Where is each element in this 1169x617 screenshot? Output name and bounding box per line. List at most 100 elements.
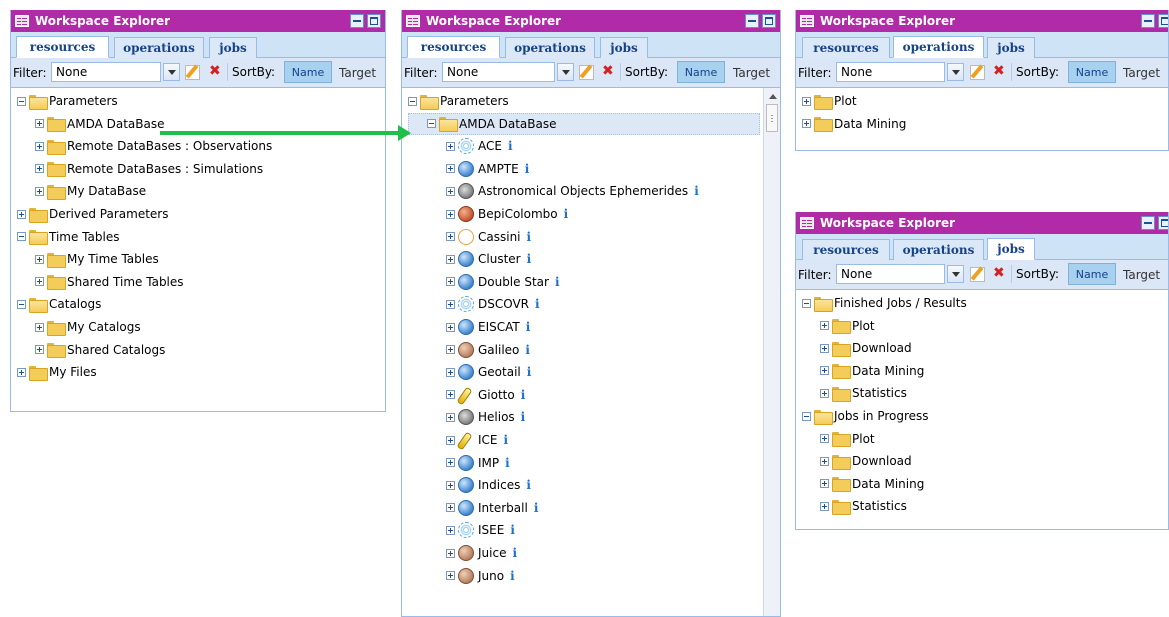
info-icon[interactable]: i: [526, 478, 531, 492]
expand-icon[interactable]: [446, 322, 455, 332]
info-icon[interactable]: i: [512, 546, 517, 560]
expand-icon[interactable]: [446, 209, 455, 219]
expand-icon[interactable]: [446, 367, 455, 377]
collapse-icon[interactable]: [802, 298, 811, 308]
window-titlebar[interactable]: Workspace Explorer: [11, 10, 385, 32]
mission-node[interactable]: Galileo i: [446, 339, 530, 361]
maximize-icon[interactable]: [367, 14, 381, 28]
tree-node[interactable]: Jobs in Progress: [802, 405, 929, 427]
expand-icon[interactable]: [446, 299, 455, 309]
mission-node[interactable]: Indices i: [446, 474, 531, 496]
mission-node[interactable]: Juice i: [446, 542, 517, 564]
mission-node[interactable]: Cluster i: [446, 248, 531, 270]
expand-icon[interactable]: [446, 254, 455, 264]
tree-node[interactable]: Finished Jobs / Results: [802, 292, 967, 314]
expand-icon[interactable]: [820, 479, 829, 489]
expand-icon[interactable]: [820, 501, 829, 511]
info-icon[interactable]: i: [504, 433, 509, 447]
info-icon[interactable]: i: [534, 501, 539, 515]
tree-node[interactable]: Statistics: [820, 382, 907, 404]
tree-node[interactable]: Shared Time Tables: [35, 271, 184, 293]
expand-icon[interactable]: [446, 435, 455, 445]
expand-icon[interactable]: [820, 388, 829, 398]
tree-node[interactable]: Remote DataBases : Simulations: [35, 158, 263, 180]
tab-resources[interactable]: resources: [407, 36, 500, 58]
mission-node[interactable]: EISCAT i: [446, 316, 530, 338]
tree-node[interactable]: AMDA DataBase: [408, 112, 760, 135]
sort-target-button[interactable]: Target: [1123, 66, 1160, 80]
tree-node[interactable]: My Files: [17, 361, 97, 383]
tab-resources[interactable]: resources: [802, 37, 890, 58]
expand-icon[interactable]: [35, 322, 44, 332]
mission-node[interactable]: Double Star i: [446, 271, 560, 293]
tree-node[interactable]: Download: [820, 450, 912, 472]
clear-filter-icon[interactable]: ✖: [993, 266, 1005, 280]
sort-target-button[interactable]: Target: [733, 66, 770, 80]
info-icon[interactable]: i: [525, 343, 530, 357]
tree-node[interactable]: Plot: [820, 315, 875, 337]
expand-icon[interactable]: [802, 119, 811, 129]
expand-icon[interactable]: [446, 164, 455, 174]
info-icon[interactable]: i: [527, 252, 532, 266]
collapse-icon[interactable]: [17, 96, 26, 106]
chevron-down-icon[interactable]: [947, 265, 964, 283]
info-icon[interactable]: i: [521, 410, 526, 424]
mission-node[interactable]: Astronomical Objects Ephemerides i: [446, 180, 699, 202]
tree-node[interactable]: Statistics: [820, 495, 907, 517]
tab-resources[interactable]: resources: [802, 239, 890, 260]
tab-resources[interactable]: resources: [16, 36, 109, 58]
tree-node[interactable]: Parameters: [408, 90, 509, 112]
tab-jobs[interactable]: jobs: [600, 37, 648, 58]
tree-node[interactable]: Time Tables: [17, 226, 119, 248]
tree-node[interactable]: Plot: [820, 428, 875, 450]
sort-name-button[interactable]: Name: [1068, 61, 1116, 83]
collapse-icon[interactable]: [408, 96, 417, 106]
expand-icon[interactable]: [446, 277, 455, 287]
tree-node[interactable]: My Time Tables: [35, 248, 159, 270]
sort-target-button[interactable]: Target: [1123, 268, 1160, 282]
filter-combo[interactable]: None: [51, 62, 161, 82]
tab-operations[interactable]: operations: [893, 36, 984, 58]
mission-node[interactable]: Interball i: [446, 497, 538, 519]
expand-icon[interactable]: [17, 367, 26, 377]
edit-filter-icon[interactable]: [578, 64, 594, 80]
minimize-icon[interactable]: [1141, 216, 1155, 230]
sort-name-button[interactable]: Name: [284, 61, 332, 83]
info-icon[interactable]: i: [527, 230, 532, 244]
tab-operations[interactable]: operations: [893, 239, 984, 260]
tree-node[interactable]: Remote DataBases : Observations: [35, 135, 272, 157]
window-titlebar[interactable]: Workspace Explorer: [796, 212, 1168, 234]
expand-icon[interactable]: [820, 434, 829, 444]
mission-node[interactable]: ACE i: [446, 135, 513, 157]
tree-node[interactable]: Shared Catalogs: [35, 339, 165, 361]
info-icon[interactable]: i: [510, 523, 515, 537]
window-titlebar[interactable]: Workspace Explorer: [796, 10, 1168, 32]
filter-combo[interactable]: None: [836, 264, 945, 284]
tab-jobs[interactable]: jobs: [987, 238, 1035, 260]
collapse-icon[interactable]: [17, 299, 26, 309]
maximize-icon[interactable]: [1158, 14, 1168, 28]
clear-filter-icon[interactable]: ✖: [209, 64, 221, 78]
filter-combo[interactable]: None: [836, 62, 945, 82]
info-icon[interactable]: i: [564, 207, 569, 221]
mission-node[interactable]: ICE i: [446, 429, 508, 451]
info-icon[interactable]: i: [505, 456, 510, 470]
mission-node[interactable]: Cassini i: [446, 226, 531, 248]
tree-node[interactable]: Data Mining: [802, 113, 906, 135]
clear-filter-icon[interactable]: ✖: [993, 64, 1005, 78]
mission-node[interactable]: DSCOVR i: [446, 293, 540, 315]
expand-icon[interactable]: [17, 209, 26, 219]
tab-operations[interactable]: operations: [505, 37, 595, 58]
collapse-icon[interactable]: [427, 119, 436, 129]
tree-node[interactable]: Parameters: [17, 90, 118, 112]
tree-node[interactable]: Plot: [802, 90, 857, 112]
collapse-icon[interactable]: [802, 411, 811, 421]
collapse-icon[interactable]: [17, 232, 26, 242]
maximize-icon[interactable]: [762, 14, 776, 28]
sort-target-button[interactable]: Target: [339, 66, 376, 80]
info-icon[interactable]: i: [508, 139, 513, 153]
chevron-down-icon[interactable]: [947, 63, 964, 81]
tree-node[interactable]: Catalogs: [17, 293, 101, 315]
tree-node[interactable]: Data Mining: [820, 360, 924, 382]
tree-node[interactable]: Derived Parameters: [17, 203, 169, 225]
